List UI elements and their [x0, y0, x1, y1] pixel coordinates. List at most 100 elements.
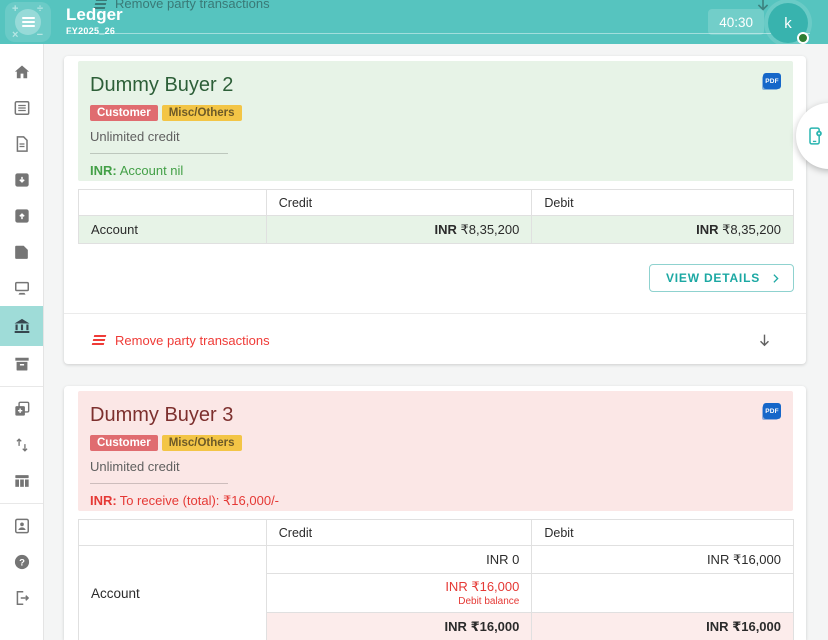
fiscal-year-label: FY2025_26 — [66, 26, 115, 36]
sidebar-item-transfer[interactable] — [0, 427, 43, 463]
chevron-right-icon — [769, 272, 782, 285]
empty-header-cell — [79, 190, 267, 216]
debit-header: Debit — [532, 190, 794, 216]
add-copy-icon — [12, 399, 32, 419]
sidebar-item-home[interactable] — [0, 54, 43, 90]
pdf-export-button[interactable]: PDF — [763, 403, 781, 419]
party-summary-buyer2: Dummy Buyer 2 Customer Misc/Others Unlim… — [78, 61, 793, 181]
sidebar-item-logout[interactable] — [0, 580, 43, 616]
view-details-button[interactable]: VIEW DETAILS — [649, 264, 794, 292]
sidebar-item-documents[interactable] — [0, 126, 43, 162]
credit-balance-cell: INR ₹16,000 Debit balance — [266, 574, 532, 613]
sidebar-divider — [0, 386, 43, 387]
party-summary-buyer3: Dummy Buyer 3 Customer Misc/Others Unlim… — [78, 391, 793, 511]
debit-header: Debit — [532, 520, 794, 546]
debit-value-cell: INR ₹16,000 — [532, 546, 794, 574]
logout-icon — [12, 588, 32, 608]
sidebar-item-inventory[interactable] — [0, 346, 43, 382]
square-arrow-up-icon — [12, 206, 32, 226]
phone-settings-icon — [805, 126, 825, 146]
sidebar-item-receive[interactable] — [0, 162, 43, 198]
account-label: Account — [79, 216, 267, 244]
hamburger-icon — [15, 9, 41, 35]
balance-line: INR:To receive (total): ₹16,000/- — [90, 493, 779, 509]
credit-total-cell: INR ₹16,000 — [266, 613, 532, 640]
party-card-buyer3: Dummy Buyer 3 Customer Misc/Others Unlim… — [64, 386, 806, 640]
table-row-opening: Account INR 0 INR ₹16,000 — [79, 546, 794, 574]
party-card-buyer2: Dummy Buyer 2 Customer Misc/Others Unlim… — [64, 56, 806, 364]
view-details-label: VIEW DETAILS — [666, 271, 760, 285]
file-filled-icon — [12, 242, 32, 262]
sidebar-divider — [0, 503, 43, 504]
debit-value-cell: INR ₹8,35,200 — [532, 216, 794, 244]
contact-badge-icon — [12, 516, 32, 536]
pdf-export-button[interactable]: PDF — [763, 73, 781, 89]
sidebar-item-add-new[interactable] — [0, 391, 43, 427]
sidebar-item-pay[interactable] — [0, 198, 43, 234]
archive-box-icon — [12, 354, 32, 374]
sidebar-item-reports[interactable] — [0, 463, 43, 499]
avatar[interactable]: k — [768, 3, 808, 43]
party-name: Dummy Buyer 3 — [90, 404, 779, 427]
printer-icon — [12, 278, 32, 298]
debit-empty-cell — [532, 574, 794, 613]
remove-label: Remove party transactions — [115, 333, 270, 348]
credit-value-cell: INR ₹8,35,200 — [266, 216, 532, 244]
avatar-initial: k — [784, 15, 792, 32]
debit-total-cell: INR ₹16,000 — [532, 613, 794, 640]
account-table-buyer3: Credit Debit Account INR 0 INR ₹16,000 I… — [78, 519, 794, 640]
receipt-list-icon — [12, 98, 32, 118]
balance-text: To receive (total): ₹16,000/- — [120, 493, 279, 508]
table-columns-icon — [12, 471, 32, 491]
category-badge: Misc/Others — [162, 105, 242, 121]
balance-line: INR:Account nil — [90, 163, 779, 178]
sidebar-item-ledger-active[interactable] — [0, 306, 43, 346]
sidebar-item-files[interactable] — [0, 234, 43, 270]
credit-limit-note: Unlimited credit — [90, 459, 779, 474]
debit-balance-note: Debit balance — [279, 596, 520, 607]
document-icon — [12, 134, 32, 154]
online-status-dot — [797, 32, 809, 44]
view-details-row: VIEW DETAILS — [76, 264, 794, 292]
customer-badge: Customer — [90, 105, 158, 121]
expand-down-arrow-icon[interactable] — [755, 331, 774, 350]
ghost-divider — [68, 33, 810, 34]
summary-divider — [90, 483, 228, 484]
remove-lines-icon — [92, 335, 106, 345]
svg-text:?: ? — [19, 558, 25, 569]
bank-icon — [12, 316, 32, 336]
currency-prefix: INR: — [90, 493, 117, 508]
account-table-buyer2: Credit Debit Account INR ₹8,35,200 INR ₹… — [78, 189, 794, 244]
swap-vertical-icon — [12, 435, 32, 455]
sidebar-item-pos[interactable] — [0, 270, 43, 306]
currency-prefix: INR: — [90, 163, 117, 178]
table-header-row: Credit Debit — [79, 520, 794, 546]
table-row-account: Account INR ₹8,35,200 INR ₹8,35,200 — [79, 216, 794, 244]
table-header-row: Credit Debit — [79, 190, 794, 216]
main-content: Dummy Buyer 2 Customer Misc/Others Unlim… — [44, 44, 828, 640]
balance-text: Account nil — [120, 163, 184, 178]
app-header: Remove party transactions + ÷ × − Ledger… — [0, 0, 828, 44]
session-timer: 40:30 — [708, 9, 764, 35]
party-name: Dummy Buyer 2 — [90, 74, 779, 97]
badge-row: Customer Misc/Others — [90, 435, 779, 451]
sidebar-item-transactions[interactable] — [0, 90, 43, 126]
empty-header-cell — [79, 520, 267, 546]
summary-divider — [90, 153, 228, 154]
help-icon: ? — [12, 552, 32, 572]
remove-party-transactions-link[interactable]: Remove party transactions — [64, 314, 806, 366]
home-icon — [12, 62, 32, 82]
sidebar-item-contacts[interactable] — [0, 508, 43, 544]
sidebar-item-help[interactable]: ? — [0, 544, 43, 580]
sidebar-nav: ? — [0, 44, 44, 640]
badge-row: Customer Misc/Others — [90, 105, 779, 121]
credit-header: Credit — [266, 520, 532, 546]
customer-badge: Customer — [90, 435, 158, 451]
account-label: Account — [79, 546, 267, 640]
credit-header: Credit — [266, 190, 532, 216]
credit-limit-note: Unlimited credit — [90, 129, 779, 144]
square-arrow-down-icon — [12, 170, 32, 190]
ghost-remove-label: Remove party transactions — [115, 0, 270, 11]
menu-button[interactable]: + ÷ × − — [5, 2, 51, 42]
category-badge: Misc/Others — [162, 435, 242, 451]
